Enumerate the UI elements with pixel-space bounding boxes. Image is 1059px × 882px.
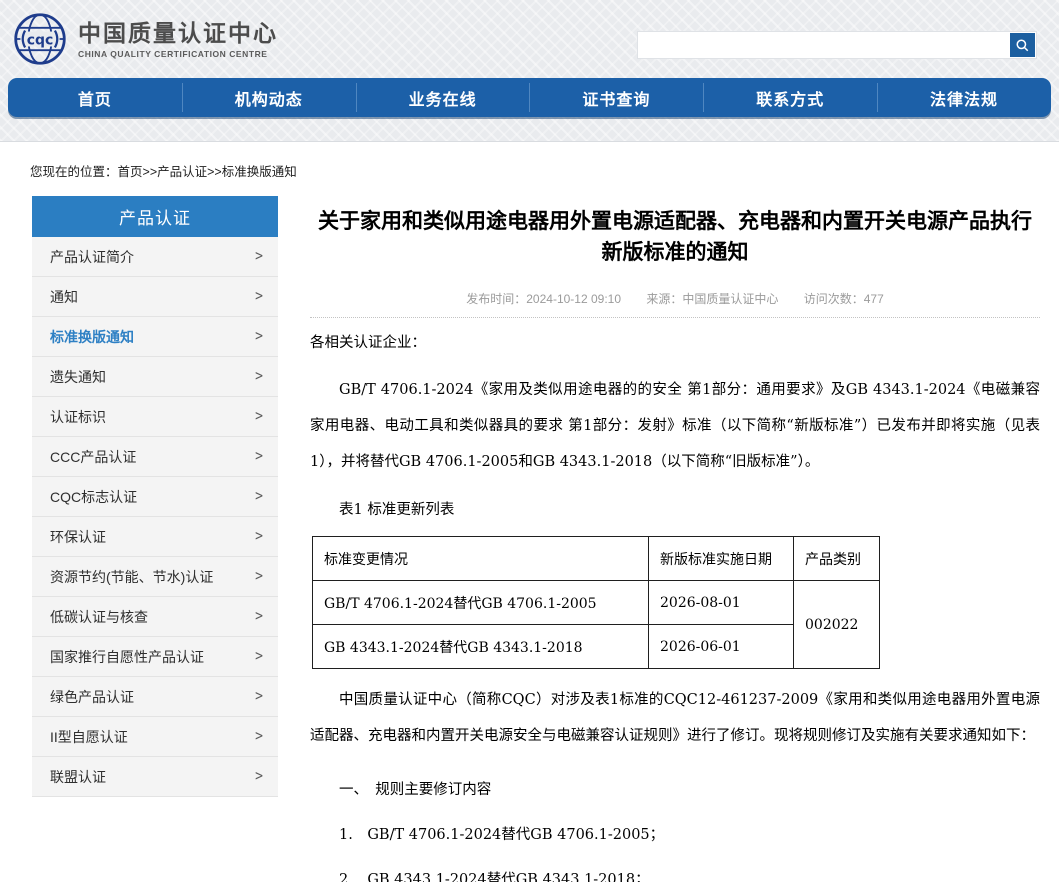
sidebar-item-product-cert-intro[interactable]: 产品认证简介> <box>32 237 278 277</box>
content-panel: 您现在的位置：首页>>产品认证>>标准换版通知 产品认证 产品认证简介> 通知>… <box>0 141 1059 882</box>
header-band: cqc 中国质量认证中心 CHINA QUALITY CERTIFICATION… <box>0 0 1059 141</box>
globe-icon: cqc <box>12 11 68 67</box>
revision-item-2: 2. GB 4343.1-2024替代GB 4343.1-2018； <box>310 870 1040 882</box>
site-header: cqc 中国质量认证中心 CHINA QUALITY CERTIFICATION… <box>0 0 1059 78</box>
chevron-right-icon: > <box>255 528 263 545</box>
chevron-right-icon: > <box>255 328 263 345</box>
search-icon <box>1015 38 1030 53</box>
nav-item-home[interactable]: 首页 <box>8 78 182 117</box>
chevron-right-icon: > <box>255 488 263 505</box>
standards-table: 标准变更情况 新版标准实施日期 产品类别 GB/T 4706.1-2024替代G… <box>312 536 880 669</box>
paragraph-standards-release: GB/T 4706.1-2024《家用及类似用途电器的的安全 第1部分：通用要求… <box>310 372 1040 480</box>
nav-item-news[interactable]: 机构动态 <box>182 78 356 117</box>
sidebar-item-loss-notice[interactable]: 遗失通知> <box>32 357 278 397</box>
chevron-right-icon: > <box>255 768 263 785</box>
article-meta: 发布时间：2024-10-12 09:10 来源：中国质量认证中心 访问次数：4… <box>310 290 1040 318</box>
logo-title-en: CHINA QUALITY CERTIFICATION CENTRE <box>78 49 278 59</box>
nav-item-laws[interactable]: 法律法规 <box>877 78 1051 117</box>
article-body: 各相关认证企业： GB/T 4706.1-2024《家用及类似用途电器的的安全 … <box>310 334 1040 882</box>
nav-item-certificate-query[interactable]: 证书查询 <box>529 78 703 117</box>
main-nav: 首页 机构动态 业务在线 证书查询 联系方式 法律法规 <box>8 78 1051 117</box>
search-box <box>637 31 1037 59</box>
chevron-right-icon: > <box>255 248 263 265</box>
cqc-logo[interactable]: cqc 中国质量认证中心 CHINA QUALITY CERTIFICATION… <box>12 11 278 67</box>
search-button[interactable] <box>1010 33 1035 57</box>
cell-category-merged: 002022 <box>794 581 880 669</box>
cell-date-2: 2026-06-01 <box>649 625 794 669</box>
chevron-right-icon: > <box>255 688 263 705</box>
visit-count: 访问次数：477 <box>804 292 884 306</box>
logo-acronym: cqc <box>27 33 54 49</box>
salutation: 各相关认证企业： <box>310 334 1040 352</box>
cell-change-1: GB/T 4706.1-2024替代GB 4706.1-2005 <box>313 581 649 625</box>
section-heading-1: 一、 规则主要修订内容 <box>310 780 1040 800</box>
breadcrumb-label: 您现在的位置： <box>30 165 118 179</box>
breadcrumb: 您现在的位置：首页>>产品认证>>标准换版通知 <box>30 161 297 180</box>
article-title: 关于家用和类似用途电器用外置电源适配器、充电器和内置开关电源产品执行新版标准的通… <box>310 206 1040 268</box>
revision-item-1: 1. GB/T 4706.1-2024替代GB 4706.1-2005； <box>310 825 1040 845</box>
sidebar-item-environment-cert[interactable]: 环保认证> <box>32 517 278 557</box>
chevron-right-icon: > <box>255 368 263 385</box>
chevron-right-icon: > <box>255 288 263 305</box>
breadcrumb-path[interactable]: 首页>>产品认证>>标准换版通知 <box>118 165 297 179</box>
chevron-right-icon: > <box>255 648 263 665</box>
table-caption: 表1 标准更新列表 <box>310 500 1040 520</box>
table-header-row: 标准变更情况 新版标准实施日期 产品类别 <box>313 537 880 581</box>
sidebar-item-ccc-cert[interactable]: CCC产品认证> <box>32 437 278 477</box>
sidebar-item-type2-voluntary-cert[interactable]: II型自愿认证> <box>32 717 278 757</box>
table-row: GB/T 4706.1-2024替代GB 4706.1-2005 2026-08… <box>313 581 880 625</box>
sidebar-title: 产品认证 <box>32 196 278 237</box>
chevron-right-icon: > <box>255 728 263 745</box>
paragraph-rule-revision: 中国质量认证中心（简称CQC）对涉及表1标准的CQC12-461237-2009… <box>310 682 1040 754</box>
nav-item-contact[interactable]: 联系方式 <box>703 78 877 117</box>
logo-text: 中国质量认证中心 CHINA QUALITY CERTIFICATION CEN… <box>78 20 278 59</box>
col-header-change: 标准变更情况 <box>313 537 649 581</box>
page: cqc 中国质量认证中心 CHINA QUALITY CERTIFICATION… <box>0 0 1059 882</box>
chevron-right-icon: > <box>255 568 263 585</box>
sidebar-item-standard-change-notice[interactable]: 标准换版通知> <box>32 317 278 357</box>
sidebar-item-notice[interactable]: 通知> <box>32 277 278 317</box>
sidebar-item-national-voluntary-cert[interactable]: 国家推行自愿性产品认证> <box>32 637 278 677</box>
search-input[interactable] <box>638 32 1010 58</box>
col-header-category: 产品类别 <box>794 537 880 581</box>
nav-item-online[interactable]: 业务在线 <box>356 78 530 117</box>
sidebar-item-alliance-cert[interactable]: 联盟认证> <box>32 757 278 797</box>
sidebar-item-green-product-cert[interactable]: 绿色产品认证> <box>32 677 278 717</box>
sidebar-item-resource-saving-cert[interactable]: 资源节约(节能、节水)认证> <box>32 557 278 597</box>
article: 关于家用和类似用途电器用外置电源适配器、充电器和内置开关电源产品执行新版标准的通… <box>310 196 1040 882</box>
sidebar: 产品认证 产品认证简介> 通知> 标准换版通知> 遗失通知> 认证标识> CCC… <box>32 196 278 797</box>
sidebar-item-low-carbon-cert[interactable]: 低碳认证与核查> <box>32 597 278 637</box>
logo-title-cn: 中国质量认证中心 <box>78 20 278 46</box>
col-header-date: 新版标准实施日期 <box>649 537 794 581</box>
source: 来源：中国质量认证中心 <box>646 292 778 306</box>
sidebar-menu: 产品认证简介> 通知> 标准换版通知> 遗失通知> 认证标识> CCC产品认证>… <box>32 237 278 797</box>
cell-change-2: GB 4343.1-2024替代GB 4343.1-2018 <box>313 625 649 669</box>
sidebar-item-cert-mark[interactable]: 认证标识> <box>32 397 278 437</box>
cell-date-1: 2026-08-01 <box>649 581 794 625</box>
chevron-right-icon: > <box>255 408 263 425</box>
chevron-right-icon: > <box>255 608 263 625</box>
sidebar-item-cqc-mark-cert[interactable]: CQC标志认证> <box>32 477 278 517</box>
chevron-right-icon: > <box>255 448 263 465</box>
publish-time: 发布时间：2024-10-12 09:10 <box>466 292 621 306</box>
